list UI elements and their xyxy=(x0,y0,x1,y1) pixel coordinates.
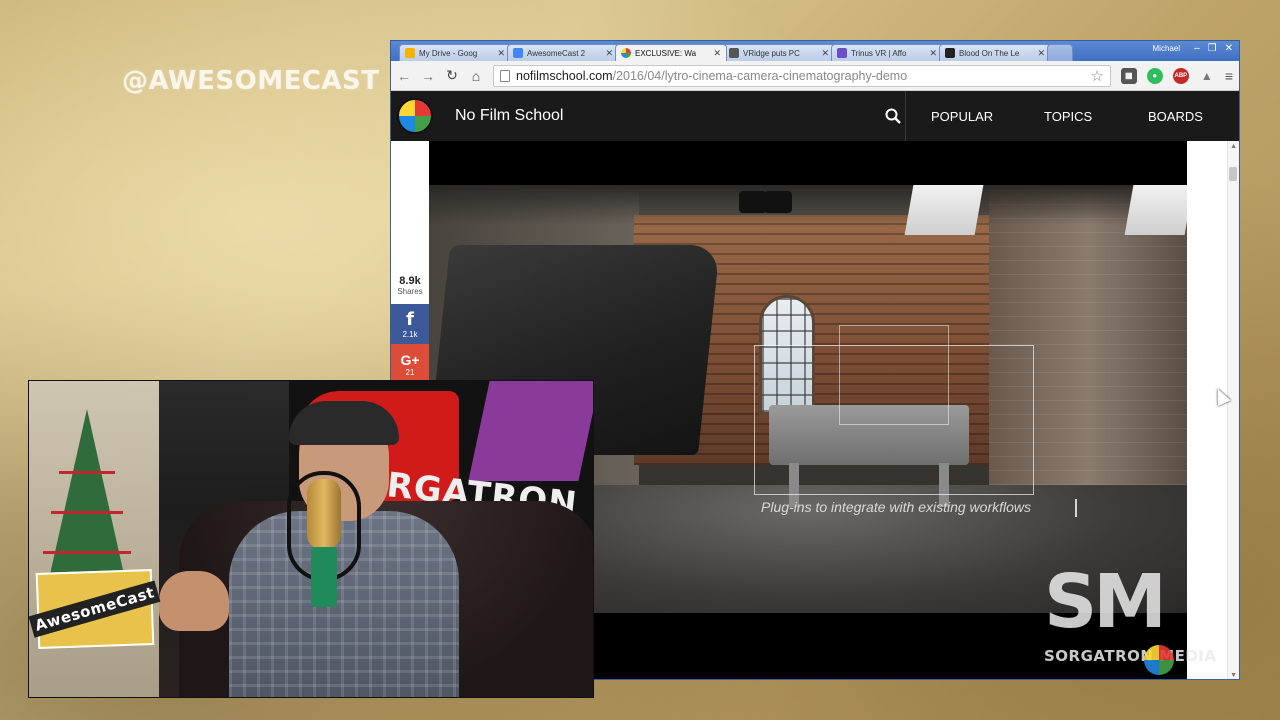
drive-icon xyxy=(405,48,415,58)
close-icon[interactable]: ✕ xyxy=(821,48,829,59)
tree-garland xyxy=(59,471,115,474)
microphone-icon xyxy=(307,479,341,549)
close-icon[interactable]: ✕ xyxy=(497,48,505,59)
minimize-icon[interactable]: – xyxy=(1194,43,1200,54)
tab-title: Trinus VR | Affo xyxy=(851,48,907,58)
nofilmschool-icon xyxy=(621,48,631,58)
scene-light xyxy=(739,191,767,213)
share-bar: 8.9k Shares f 2.1k G+ 21 xyxy=(391,266,429,384)
page-scrollbar[interactable]: ▲ ▼ xyxy=(1227,141,1239,679)
webcam-overlay: SORGATRON M AwesomeCast xyxy=(28,380,594,698)
reload-icon[interactable]: ↻ xyxy=(445,67,459,84)
facebook-count: 2.1k xyxy=(402,330,418,339)
extension-icon[interactable]: ▦ xyxy=(1120,67,1137,84)
tab-title: VRidge puts PC xyxy=(743,48,800,58)
profile-name[interactable]: Michael xyxy=(1153,44,1181,53)
maximize-icon[interactable]: ❐ xyxy=(1208,43,1217,54)
header-divider xyxy=(905,91,906,141)
share-count-number: 8.9k xyxy=(399,274,421,287)
share-count-label: Shares xyxy=(397,286,423,296)
trinus-icon xyxy=(837,48,847,58)
tab-bar: My Drive - Goog ✕ AwesomeCast 2 ✕ EXCLUS… xyxy=(391,41,1239,61)
url-text: nofilmschool.com/2016/04/lytro-cinema-ca… xyxy=(516,68,908,83)
browser-toolbar: ← → ↻ ⌂ nofilmschool.com/2016/04/lytro-c… xyxy=(391,61,1239,91)
watermark-monogram: SM xyxy=(1044,559,1167,645)
tab-title: AwesomeCast 2 xyxy=(527,48,586,58)
tab-blood-on-the-leash[interactable]: Blood On The Le ✕ xyxy=(939,44,1051,61)
close-icon[interactable]: ✕ xyxy=(1037,48,1045,59)
google-plus-share-button[interactable]: G+ 21 xyxy=(391,344,429,384)
facebook-share-button[interactable]: f 2.1k xyxy=(391,304,429,344)
google-plus-count: 21 xyxy=(405,367,415,377)
docs-icon xyxy=(513,48,523,58)
nofilmschool-logo[interactable] xyxy=(397,98,433,134)
close-icon[interactable]: ✕ xyxy=(929,48,937,59)
webcam-banner-purple xyxy=(468,381,593,481)
page-icon xyxy=(500,69,510,82)
scroll-thumb[interactable] xyxy=(1229,167,1237,181)
menu-icon[interactable]: ≡ xyxy=(1225,68,1233,84)
scene-light xyxy=(764,191,792,213)
tab-title: Blood On The Le xyxy=(959,48,1020,58)
caption-cursor xyxy=(1075,499,1077,517)
site-name[interactable]: No Film School xyxy=(455,107,563,125)
tab-exclusive[interactable]: EXCLUSIVE: Wa ✕ xyxy=(615,44,727,61)
google-drive-icon[interactable]: ▲ xyxy=(1199,68,1215,84)
tab-title: EXCLUSIVE: Wa xyxy=(635,48,697,58)
scene-softbox xyxy=(1124,185,1187,235)
host-cap xyxy=(289,401,399,445)
close-icon[interactable]: ✕ xyxy=(605,48,613,59)
tree-garland xyxy=(43,551,131,554)
back-icon[interactable]: ← xyxy=(397,68,411,84)
nav-popular[interactable]: POPULAR xyxy=(931,91,993,141)
watermark-text: SORGATRON MEDIA xyxy=(1044,647,1217,665)
awesomecast-logo: AwesomeCast xyxy=(29,568,162,650)
window-controls: Michael – ❐ ✕ xyxy=(1153,43,1234,54)
video-caption: Plug-ins to integrate with existing work… xyxy=(761,499,1032,515)
overlay-inner-frame xyxy=(839,325,949,425)
nav-topics[interactable]: TOPICS xyxy=(1044,91,1092,141)
scene-ceiling xyxy=(429,185,1187,225)
tab-trinus[interactable]: Trinus VR | Affo ✕ xyxy=(831,44,943,61)
new-tab-button[interactable] xyxy=(1047,44,1073,61)
tree-garland xyxy=(51,511,123,514)
site-header: No Film School POPULAR TOPICS BOARDS xyxy=(391,91,1239,141)
host-hand xyxy=(159,571,229,631)
search-icon[interactable] xyxy=(881,91,905,141)
close-icon[interactable]: ✕ xyxy=(713,48,721,59)
tab-awesomecast[interactable]: AwesomeCast 2 ✕ xyxy=(507,44,619,61)
sorgatron-watermark: SM SORGATRON MEDIA xyxy=(1044,565,1224,695)
site-icon xyxy=(945,48,955,58)
address-bar[interactable]: nofilmschool.com/2016/04/lytro-cinema-ca… xyxy=(493,64,1111,87)
evernote-icon[interactable]: ● xyxy=(1146,67,1163,84)
home-icon[interactable]: ⌂ xyxy=(469,68,483,84)
awesomecast-logo-text: AwesomeCast xyxy=(29,580,162,638)
scroll-up-icon[interactable]: ▲ xyxy=(1230,143,1237,150)
share-count: 8.9k Shares xyxy=(391,266,429,304)
vridge-icon xyxy=(729,48,739,58)
bookmark-star-icon[interactable]: ☆ xyxy=(1090,67,1103,85)
tab-my-drive[interactable]: My Drive - Goog ✕ xyxy=(399,44,511,61)
google-plus-icon: G+ xyxy=(400,351,420,368)
tab-title: My Drive - Goog xyxy=(419,48,478,58)
webcam-host xyxy=(229,401,459,697)
close-window-icon[interactable]: ✕ xyxy=(1225,43,1233,54)
nav-boards[interactable]: BOARDS xyxy=(1148,91,1203,141)
watermark-logo-icon xyxy=(1144,645,1174,675)
scene-softbox xyxy=(904,185,984,235)
forward-icon[interactable]: → xyxy=(421,68,435,84)
tab-vridge[interactable]: VRidge puts PC ✕ xyxy=(723,44,835,61)
adblock-plus-icon[interactable]: ABP xyxy=(1172,67,1189,84)
stream-handle: @AWESOMECAST xyxy=(122,66,380,96)
microphone-body xyxy=(311,547,337,607)
scroll-down-icon[interactable]: ▼ xyxy=(1230,672,1237,679)
facebook-icon: f xyxy=(406,309,414,330)
